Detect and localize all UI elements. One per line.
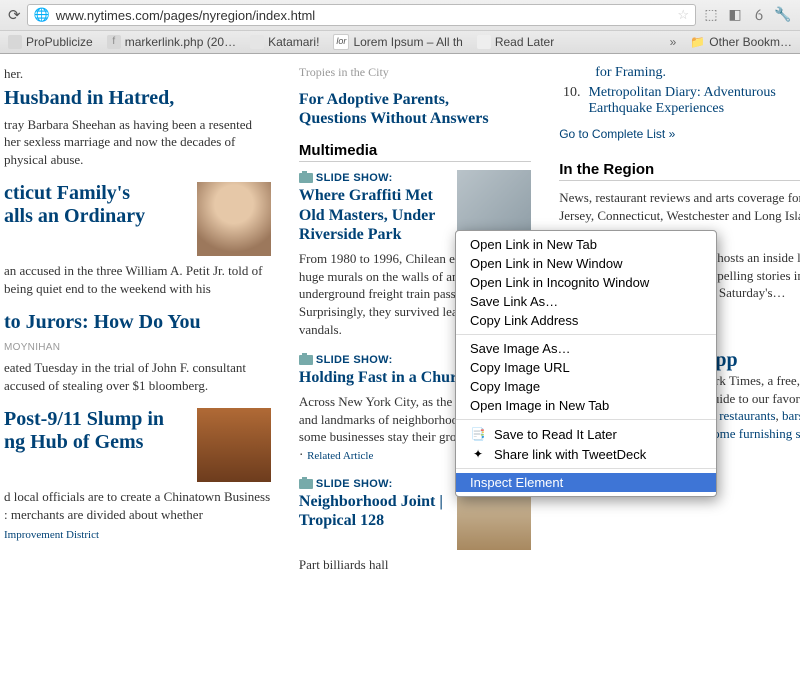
list-item-10[interactable]: Metropolitan Diary: Adventurous Earthqua… [588, 85, 800, 117]
slideshow-graffiti[interactable]: Where Graffiti Met Old Masters, Under Ri… [299, 187, 435, 242]
reload-button[interactable]: ⟳ [8, 6, 21, 25]
menu-read-it-later[interactable]: 📑Save to Read It Later [456, 424, 716, 444]
folder-icon: 📁 [690, 35, 705, 49]
site-icon: lor [333, 34, 349, 50]
menu-copy-image-url[interactable]: Copy Image URL [456, 358, 716, 377]
camera-icon [299, 173, 313, 183]
summary-text: an accused in the three William A. Petit… [4, 262, 271, 297]
url-text: www.nytimes.com/pages/nyregion/index.htm… [56, 8, 315, 23]
summary-text: d local officials are to create a Chinat… [4, 488, 271, 523]
menu-copy-image[interactable]: Copy Image [456, 377, 716, 396]
left-column: her. Husband in Hatred, tray Barbara She… [0, 65, 275, 670]
camera-icon [299, 479, 313, 489]
menu-save-image-as[interactable]: Save Image As… [456, 339, 716, 358]
bookmark-readlater[interactable]: Read Later [477, 35, 554, 49]
slideshow-label: SLIDE SHOW: [316, 478, 393, 490]
other-bookmarks[interactable]: 📁Other Bookm… [690, 35, 792, 49]
link-bars[interactable]: bars [782, 408, 800, 423]
doc-icon [8, 35, 22, 49]
summary-text: Part billiards hall [299, 556, 531, 574]
menu-copy-link-address[interactable]: Copy Link Address [456, 311, 716, 330]
browser-window: ⟳ 🌐 www.nytimes.com/pages/nyregion/index… [0, 0, 800, 680]
story-block: Post-9/11 Slump inng Hub of Gems [4, 408, 271, 482]
headline-jurors[interactable]: to Jurors: How Do You [4, 311, 201, 333]
menu-save-link-as[interactable]: Save Link As… [456, 292, 716, 311]
menu-separator [456, 468, 716, 469]
region-description: News, restaurant reviews and arts covera… [559, 189, 800, 224]
menu-open-new-tab[interactable]: Open Link in New Tab [456, 235, 716, 254]
headline-husband[interactable]: Husband in Hatred, [4, 87, 174, 109]
byline: MOYNIHAN [4, 342, 271, 353]
headline-gems[interactable]: Post-9/11 Slump inng Hub of Gems [4, 408, 164, 453]
camera-icon [299, 355, 313, 365]
summary-text: tray Barbara Sheehan as having been a re… [4, 116, 271, 169]
section-region: In the Region [559, 161, 800, 181]
slideshow-label: SLIDE SHOW: [316, 354, 393, 366]
stumble-icon[interactable]: ỽ [750, 6, 768, 24]
menu-separator [456, 334, 716, 335]
site-icon [477, 35, 491, 49]
text-fragment: her. [4, 65, 271, 83]
menu-inspect-element[interactable]: Inspect Element [456, 473, 716, 492]
menu-open-image-new-tab[interactable]: Open Image in New Tab [456, 396, 716, 415]
slideshow-label: SLIDE SHOW: [316, 172, 393, 184]
wrench-icon[interactable]: 🔧 [774, 6, 792, 24]
link-home-furnishing[interactable]: home furnishing stores [707, 426, 800, 441]
section-multimedia: Multimedia [299, 142, 531, 162]
list-number: 10. [559, 85, 580, 117]
related-article-link[interactable]: Related Article [307, 450, 373, 462]
slideshow-tropical[interactable]: Neighborhood Joint | Tropical 128 [299, 493, 443, 529]
menu-open-incognito[interactable]: Open Link in Incognito Window [456, 273, 716, 292]
overflow-chevron-icon[interactable]: » [670, 35, 677, 49]
story-block: cticut Family'salls an Ordinary [4, 182, 271, 256]
menu-tweetdeck[interactable]: ✦Share link with TweetDeck [456, 444, 716, 464]
related-link[interactable]: Improvement District [4, 529, 99, 541]
bookmark-katamari[interactable]: Katamari! [250, 35, 319, 49]
browser-chrome: ⟳ 🌐 www.nytimes.com/pages/nyregion/index… [0, 0, 800, 54]
bookmark-star-icon[interactable]: ☆ [677, 7, 689, 23]
dropbox-icon[interactable]: ⬚ [702, 6, 720, 24]
story-thumbnail[interactable] [197, 182, 271, 256]
url-bar[interactable]: 🌐 www.nytimes.com/pages/nyregion/index.h… [27, 4, 696, 26]
bookmarks-bar: ProPublicize fmarkerlink.php (20… Katama… [0, 30, 800, 53]
toolbar: ⟳ 🌐 www.nytimes.com/pages/nyregion/index… [0, 0, 800, 30]
bookmark-propublicize[interactable]: ProPublicize [8, 35, 93, 49]
context-menu: Open Link in New Tab Open Link in New Wi… [455, 230, 717, 497]
extension-icon[interactable]: ◧ [726, 6, 744, 24]
complete-list-link[interactable]: Go to Complete List » [559, 127, 675, 141]
summary-text: eated Tuesday in the trial of John F. co… [4, 359, 271, 394]
site-icon [250, 35, 264, 49]
bookmark-lorem[interactable]: lorLorem Ipsum – All th [333, 34, 462, 50]
readlater-icon: 📑 [470, 426, 486, 442]
headline-family[interactable]: cticut Family'salls an Ordinary [4, 182, 145, 227]
list-item-9[interactable]: for Framing. [595, 65, 666, 80]
bookmark-markerlink[interactable]: fmarkerlink.php (20… [107, 35, 236, 49]
globe-icon: 🌐 [34, 7, 50, 23]
headline-adoptive[interactable]: For Adoptive Parents,Questions Without A… [299, 91, 489, 127]
doc-icon: f [107, 35, 121, 49]
tweetdeck-icon: ✦ [470, 446, 486, 462]
story-thumbnail[interactable] [197, 408, 271, 482]
link-restaurants[interactable]: restaurants [719, 408, 775, 423]
faded-text: Tropies in the City [299, 65, 531, 80]
menu-open-new-window[interactable]: Open Link in New Window [456, 254, 716, 273]
menu-separator [456, 419, 716, 420]
